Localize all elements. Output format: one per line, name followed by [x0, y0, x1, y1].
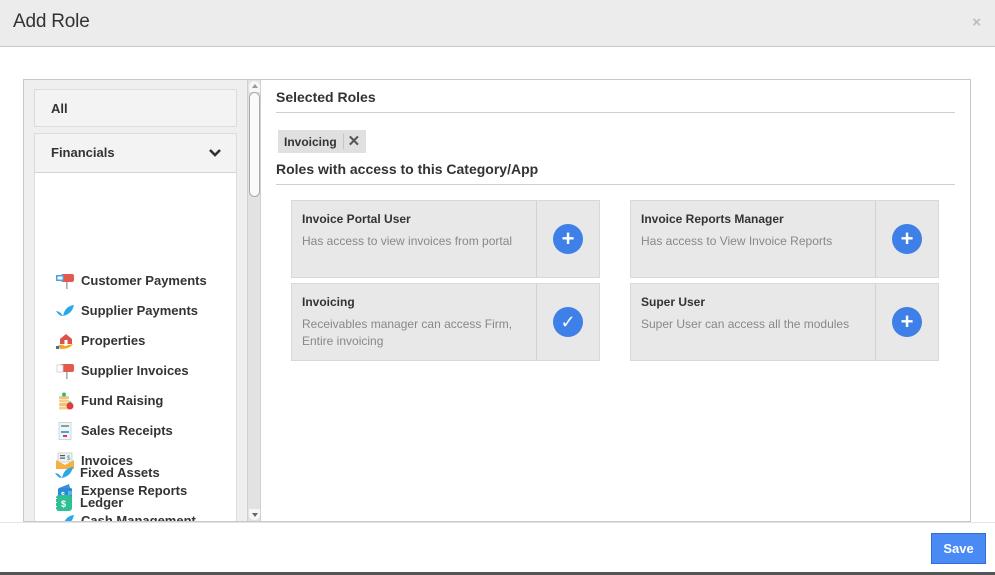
svg-text:$: $	[61, 499, 66, 509]
divider	[276, 184, 955, 185]
app-label: Supplier Payments	[81, 303, 199, 318]
chip-label: Invoicing	[284, 134, 337, 149]
role-card-invoicing: Invoicing Receivables manager can access…	[291, 283, 600, 361]
role-card-invoice-reports-manager: Invoice Reports Manager Has access to Vi…	[630, 200, 939, 278]
app-label: Fund Raising	[81, 393, 164, 408]
modal-header: Add Role ×	[0, 0, 995, 47]
leaf-icon	[56, 305, 74, 316]
category-sidebar: All Financials Customer Payments Supplie…	[24, 80, 247, 521]
add-role-button[interactable]: +	[892, 307, 922, 337]
role-description: Has access to View Invoice Reports	[641, 234, 833, 248]
sidebar-scrollbar[interactable]	[247, 80, 261, 521]
app-item-ledger[interactable]: $ Ledger	[34, 487, 237, 517]
scroll-thumb[interactable]	[249, 92, 260, 197]
role-description: Receivables manager can access Firm, Ent…	[302, 317, 513, 348]
role-name: Invoicing	[302, 295, 355, 309]
scroll-down-button[interactable]	[249, 509, 260, 520]
divider	[276, 112, 955, 113]
modal-body: All Financials Customer Payments Supplie…	[23, 79, 971, 522]
app-item-sales-receipts[interactable]: Sales Receipts	[35, 415, 238, 445]
plus-icon: +	[561, 226, 575, 251]
close-button[interactable]: ×	[972, 14, 981, 31]
add-role-modal: Add Role × All Financials Customer Payme…	[0, 0, 995, 575]
app-label: Supplier Invoices	[81, 363, 189, 378]
footer-divider	[0, 522, 995, 523]
mailbox-icon	[56, 274, 74, 289]
app-item-supplier-payments[interactable]: Supplier Payments	[35, 295, 238, 325]
category-all-label: All	[51, 101, 68, 116]
coin-stack-icon	[59, 392, 74, 410]
receipt-icon	[58, 422, 72, 440]
app-label: Ledger	[80, 495, 124, 510]
scroll-up-button[interactable]	[249, 81, 260, 92]
chip-separator	[342, 134, 344, 149]
role-action-cell: +	[875, 201, 938, 277]
app-item-properties[interactable]: Properties	[35, 325, 238, 355]
app-label: Sales Receipts	[81, 423, 173, 438]
role-action-cell: ✓	[536, 284, 599, 360]
selected-role-chip: Invoicing ✕	[278, 130, 367, 153]
chevron-down-icon[interactable]	[208, 146, 222, 160]
role-name: Invoice Reports Manager	[641, 212, 784, 226]
app-label: Properties	[81, 333, 146, 348]
role-action-cell: +	[536, 201, 599, 277]
app-item-supplier-invoices[interactable]: Supplier Invoices	[35, 355, 238, 385]
category-financials-label: Financials	[51, 145, 115, 160]
roles-access-title: Roles with access to this Category/App	[276, 161, 539, 177]
add-role-button[interactable]: +	[553, 224, 583, 254]
mailbox-icon	[56, 364, 74, 379]
role-card-invoice-portal-user: Invoice Portal User Has access to view i…	[291, 200, 600, 278]
check-icon: ✓	[560, 312, 576, 332]
app-item-fund-raising[interactable]: Fund Raising	[35, 385, 238, 415]
category-financials[interactable]: Financials	[34, 133, 237, 173]
role-description: Super User can access all the modules	[641, 317, 850, 331]
plus-icon: +	[900, 309, 914, 334]
app-label: Fixed Assets	[80, 465, 160, 480]
remove-chip-icon[interactable]: ✕	[348, 134, 361, 149]
role-description: Has access to view invoices from portal	[302, 234, 513, 248]
house-hand-icon	[56, 334, 73, 349]
plus-icon: +	[900, 226, 914, 251]
add-role-button[interactable]: +	[892, 224, 922, 254]
modal-title: Add Role	[13, 11, 90, 32]
roles-panel: Selected Roles Invoicing ✕ Roles with ac…	[262, 80, 970, 521]
role-card-super-user: Super User Super User can access all the…	[630, 283, 939, 361]
leaf-icon	[55, 467, 73, 478]
role-selected-button[interactable]: ✓	[553, 307, 583, 337]
ledger-dollar-icon: $	[55, 495, 72, 511]
app-item-customer-payments[interactable]: Customer Payments	[35, 265, 238, 295]
category-all[interactable]: All	[34, 89, 237, 127]
selected-roles-title: Selected Roles	[276, 89, 376, 105]
role-name: Super User	[641, 295, 706, 309]
app-label: Customer Payments	[81, 273, 207, 288]
role-name: Invoice Portal User	[302, 212, 411, 226]
app-item-fixed-assets[interactable]: Fixed Assets	[34, 457, 237, 487]
role-action-cell: +	[875, 284, 938, 360]
save-button[interactable]: Save	[931, 533, 986, 564]
